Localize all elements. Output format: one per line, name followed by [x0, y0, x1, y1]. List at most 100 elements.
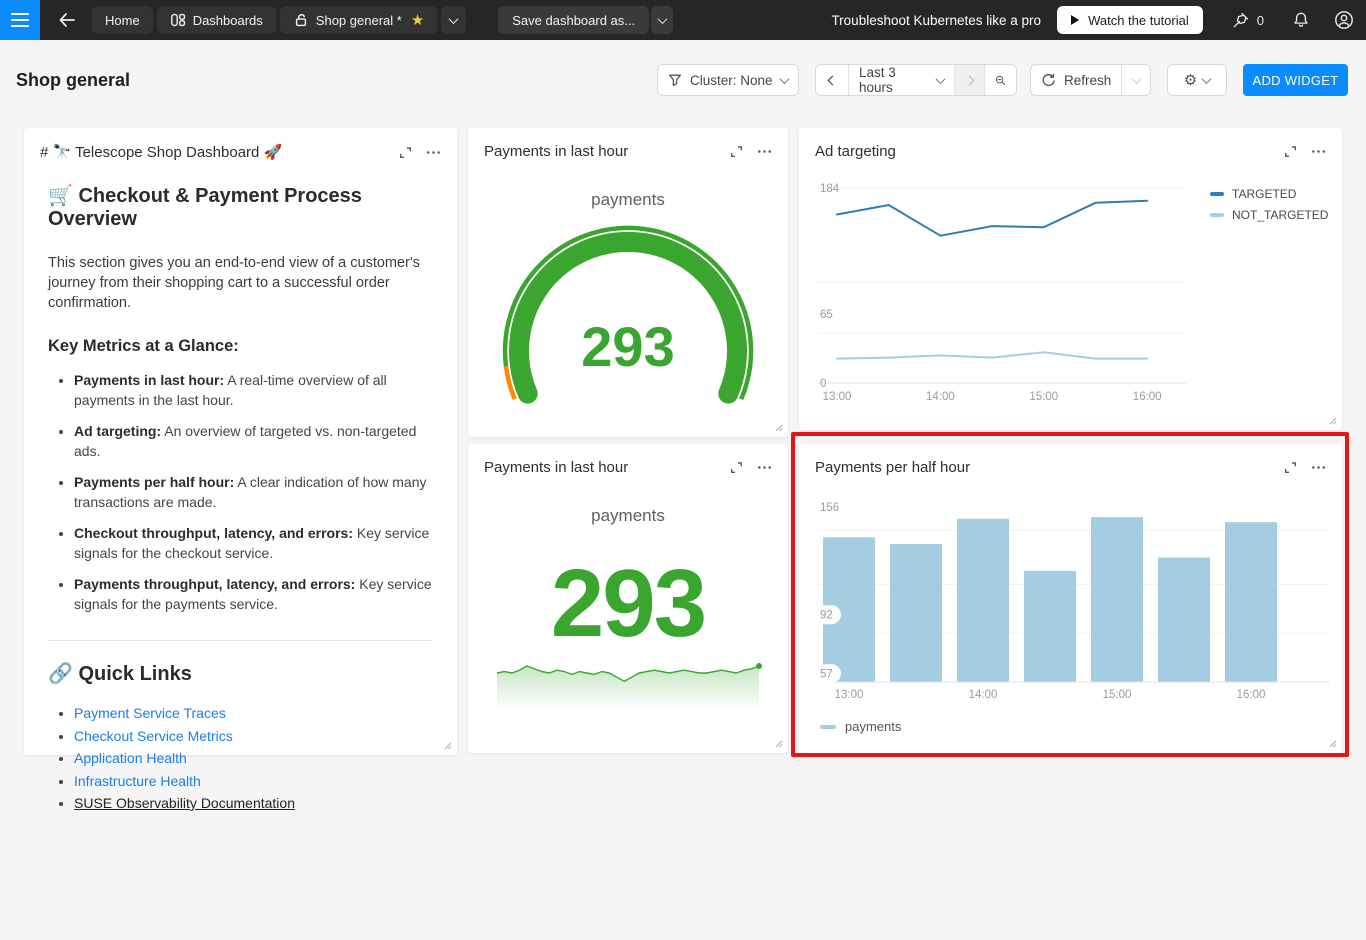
time-range-button[interactable]: Last 3 hours: [848, 65, 954, 95]
favorite-star-icon[interactable]: ★: [411, 11, 424, 29]
svg-text:16:00: 16:00: [1237, 689, 1266, 701]
tab-home-label: Home: [105, 13, 140, 28]
tab-dashboards[interactable]: Dashboards: [157, 6, 276, 34]
expand-widget-button[interactable]: [1284, 145, 1297, 158]
svg-text:14:00: 14:00: [926, 391, 955, 403]
resize-handle[interactable]: [1328, 416, 1337, 425]
zoom-out-icon: [995, 73, 1006, 88]
markdown-intro: This section gives you an end-to-end vie…: [48, 253, 438, 313]
expand-widget-button[interactable]: [399, 146, 412, 159]
metric-bullet: Payments per half hour: A clear indicati…: [74, 472, 433, 512]
add-widget-label: ADD WIDGET: [1252, 73, 1338, 88]
add-widget-button[interactable]: ADD WIDGET: [1243, 64, 1348, 96]
quick-link-item: Infrastructure Health: [74, 770, 433, 793]
cluster-filter-button[interactable]: Cluster: None: [657, 64, 799, 96]
series-label: payments: [468, 506, 788, 526]
refresh-icon: [1041, 73, 1056, 88]
pin-count: 0: [1257, 13, 1264, 28]
chart-legend[interactable]: payments: [820, 719, 901, 734]
save-dashboard-as-label: Save dashboard as...: [512, 13, 635, 28]
expand-widget-button[interactable]: [1284, 461, 1297, 474]
svg-text:184: 184: [820, 183, 840, 195]
quick-link[interactable]: SUSE Observability Documentation: [74, 795, 295, 811]
quick-link[interactable]: Checkout Service Metrics: [74, 728, 233, 744]
time-range-label: Last 3 hours: [859, 65, 929, 95]
zoom-out-button[interactable]: [984, 65, 1016, 95]
legend-label: TARGETED: [1232, 187, 1296, 201]
refresh-dropdown-button[interactable]: [1121, 65, 1150, 95]
pinned-items-button[interactable]: 0: [1231, 11, 1264, 30]
tab-home[interactable]: Home: [92, 6, 153, 34]
chevron-down-icon: [657, 14, 667, 24]
save-dashboard-as-button[interactable]: Save dashboard as...: [498, 6, 649, 34]
promo-text: Troubleshoot Kubernetes like a pro: [831, 13, 1041, 28]
widget-menu-button[interactable]: [1311, 145, 1326, 158]
quick-link-item: Application Health: [74, 747, 433, 770]
widget-title: Payments in last hour: [484, 459, 730, 476]
svg-text:92: 92: [820, 610, 833, 622]
expand-widget-button[interactable]: [730, 145, 743, 158]
chevron-down-icon: [1131, 74, 1141, 84]
svg-text:14:00: 14:00: [969, 689, 998, 701]
quick-link[interactable]: Infrastructure Health: [74, 773, 201, 789]
svg-text:15:00: 15:00: [1029, 391, 1058, 403]
widget-menu-button[interactable]: [757, 145, 772, 158]
metric-bullet: Payments throughput, latency, and errors…: [74, 574, 433, 614]
quick-links-heading: 🔗 Quick Links: [48, 661, 433, 686]
notifications-button[interactable]: [1292, 11, 1310, 29]
legend-swatch: [1210, 192, 1224, 196]
metric-bullet: Payments in last hour: A real-time overv…: [74, 370, 433, 410]
widget-menu-button[interactable]: [757, 461, 772, 474]
save-dashboard-dropdown-button[interactable]: [651, 6, 673, 34]
watch-tutorial-button[interactable]: Watch the tutorial: [1057, 6, 1203, 34]
refresh-label: Refresh: [1064, 73, 1111, 88]
refresh-control: Refresh: [1030, 64, 1151, 96]
watch-tutorial-label: Watch the tutorial: [1088, 13, 1189, 28]
gear-icon: ⚙: [1184, 71, 1197, 89]
widget-title: # 🔭 Telescope Shop Dashboard 🚀: [40, 143, 399, 161]
resize-handle[interactable]: [443, 741, 452, 750]
play-icon: [1071, 15, 1079, 25]
page-title: Shop general: [16, 70, 130, 91]
expand-widget-button[interactable]: [730, 461, 743, 474]
svg-text:57: 57: [820, 669, 833, 681]
hamburger-menu-button[interactable]: [0, 0, 40, 40]
quick-links-list: Payment Service Traces Checkout Service M…: [74, 702, 433, 815]
user-menu-button[interactable]: [1334, 10, 1354, 30]
resize-handle[interactable]: [1328, 739, 1337, 748]
tab-shop-general[interactable]: Shop general * ★: [280, 6, 437, 34]
widget-menu-button[interactable]: [1311, 461, 1326, 474]
quick-link[interactable]: Payment Service Traces: [74, 705, 226, 721]
metrics-bullet-list: Payments in last hour: A real-time overv…: [74, 370, 433, 614]
widget-title: Payments in last hour: [484, 143, 730, 160]
filter-icon: [668, 73, 682, 87]
cluster-filter-label: Cluster: None: [690, 73, 773, 88]
back-button[interactable]: [52, 6, 82, 34]
svg-text:156: 156: [820, 502, 839, 514]
quick-link[interactable]: Application Health: [74, 750, 187, 766]
svg-text:13:00: 13:00: [835, 689, 864, 701]
tab-dashboards-label: Dashboards: [193, 13, 263, 28]
resize-handle[interactable]: [774, 739, 783, 748]
widget-markdown: # 🔭 Telescope Shop Dashboard 🚀 🛒 Checkou…: [24, 128, 457, 755]
time-forward-button[interactable]: [954, 65, 984, 95]
widget-title: Ad targeting: [815, 143, 1284, 160]
metric-bullet: Checkout throughput, latency, and errors…: [74, 523, 433, 563]
markdown-heading: 🛒 Checkout & Payment Process Overview: [48, 183, 433, 231]
widget-payments-per-half-hour: Payments per half hour 156925713:0014:00…: [799, 444, 1342, 753]
legend-item[interactable]: NOT_TARGETED: [1210, 208, 1328, 222]
time-back-button[interactable]: [816, 65, 848, 95]
resize-handle[interactable]: [774, 423, 783, 432]
chevron-down-icon: [449, 14, 459, 24]
tabs-overflow-button[interactable]: [441, 6, 466, 34]
widget-ad-targeting: Ad targeting 18465013:0014:0015:0016:00 …: [799, 128, 1342, 430]
dashboard-settings-button[interactable]: ⚙: [1167, 64, 1227, 96]
svg-text:16:00: 16:00: [1133, 391, 1162, 403]
refresh-button[interactable]: Refresh: [1031, 65, 1121, 95]
widget-payments-gauge: Payments in last hour payments 293: [468, 128, 788, 437]
legend-swatch: [1210, 213, 1224, 217]
series-label: payments: [468, 190, 788, 210]
legend-item[interactable]: TARGETED: [1210, 187, 1328, 201]
widget-menu-button[interactable]: [426, 146, 441, 159]
svg-text:13:00: 13:00: [823, 391, 852, 403]
